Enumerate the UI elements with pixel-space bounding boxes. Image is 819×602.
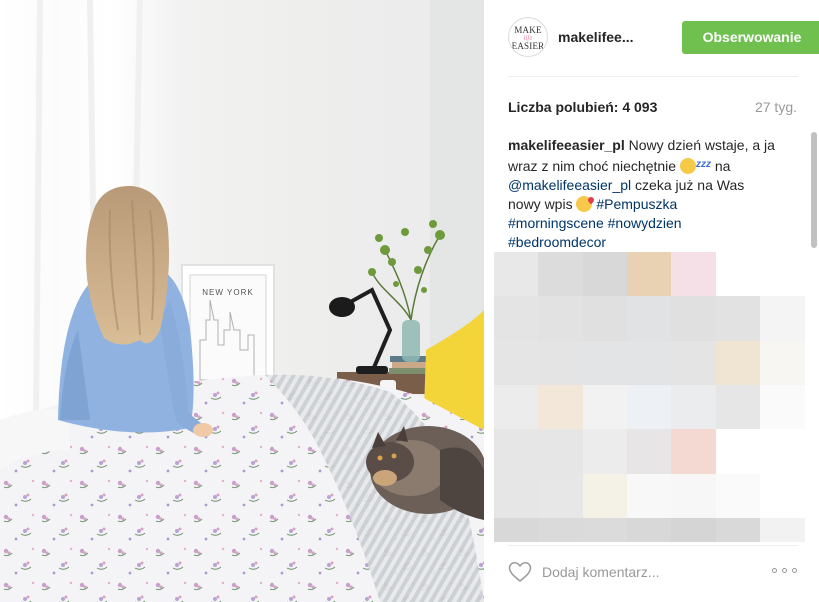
mosaic-tile (582, 473, 628, 519)
mosaic-tile (582, 384, 628, 430)
mosaic-tile (671, 340, 717, 386)
scrollbar-thumb[interactable] (811, 132, 817, 248)
more-dot (772, 568, 777, 573)
mosaic-tile (626, 340, 672, 386)
mosaic-tile (582, 517, 628, 542)
mosaic-tile (671, 384, 717, 430)
post-photo[interactable]: NEW YORK (0, 0, 484, 602)
mosaic-tile (715, 296, 761, 342)
post-details-panel: MAKE life EASIER makelifee... Obserwowan… (484, 0, 819, 602)
mosaic-tile (582, 340, 628, 386)
mosaic-tile (538, 340, 584, 386)
post-header: MAKE life EASIER makelifee... Obserwowan… (508, 17, 819, 57)
mosaic-tile (626, 252, 672, 297)
mosaic-tile (494, 384, 539, 430)
mosaic-tile (715, 340, 761, 386)
header-divider (508, 76, 798, 77)
hashtag-link[interactable]: #bedroomdecor (508, 234, 606, 250)
comments-scrollbar[interactable] (809, 128, 818, 252)
hashtag-link[interactable]: #morningscene (508, 215, 604, 231)
mosaic-tile (494, 296, 539, 342)
mosaic-tile (715, 384, 761, 430)
mosaic-tile (626, 473, 672, 519)
poster-title: NEW YORK (202, 288, 253, 297)
mosaic-tile (582, 252, 628, 297)
footer-divider (508, 545, 798, 546)
mosaic-tile (494, 429, 539, 475)
mosaic-tile (538, 473, 584, 519)
post-age[interactable]: 27 tyg. (755, 99, 797, 115)
username-link[interactable]: makelifee... (558, 29, 634, 45)
mosaic-tile (715, 429, 761, 475)
heart-icon[interactable] (508, 560, 532, 584)
caption-text-2: na (710, 158, 731, 174)
mosaic-tile (626, 517, 672, 542)
more-dot (792, 568, 797, 573)
kissing-face-emoji-icon (576, 196, 593, 212)
mosaic-tile (494, 473, 539, 519)
mention-link[interactable]: @makelifeeasier_pl (508, 177, 631, 193)
mosaic-tile (759, 517, 805, 542)
mosaic-tile (538, 384, 584, 430)
hashtag-link[interactable]: #nowydzien (608, 215, 682, 231)
mosaic-tile (759, 296, 805, 342)
mosaic-tile (715, 252, 761, 297)
mosaic-tile (538, 296, 584, 342)
sleeping-face-emoji-icon (679, 158, 696, 174)
mosaic-tile (759, 473, 805, 519)
mosaic-tile (538, 517, 584, 542)
mosaic-tile (538, 252, 584, 297)
mosaic-tile (538, 429, 584, 475)
bedroom-photo-illustration: NEW YORK (0, 0, 484, 602)
mosaic-tile (582, 296, 628, 342)
mosaic-tile (671, 429, 717, 475)
mosaic-tile (494, 517, 539, 542)
mosaic-tile (759, 340, 805, 386)
mosaic-tile (715, 473, 761, 519)
following-button[interactable]: Obserwowanie (682, 21, 819, 54)
mosaic-tile (671, 517, 717, 542)
mosaic-tile (759, 252, 805, 297)
mosaic-tile (626, 384, 672, 430)
pixelated-comments-area (494, 252, 819, 542)
mosaic-tile (626, 429, 672, 475)
hashtag-link[interactable]: #Pempuszka (596, 196, 677, 212)
add-comment-input[interactable] (542, 561, 752, 583)
mosaic-tile (759, 429, 805, 475)
mosaic-tile (715, 517, 761, 542)
mosaic-tile (671, 473, 717, 519)
likes-count[interactable]: Liczba polubień: 4 093 (508, 99, 657, 115)
caption-author-link[interactable]: makelifeeasier_pl (508, 137, 625, 153)
more-dot (782, 568, 787, 573)
mosaic-tile (494, 340, 539, 386)
mosaic-tile (494, 252, 539, 297)
avatar[interactable]: MAKE life EASIER (508, 17, 548, 57)
post-caption: makelifeeasier_pl Nowy dzień wstaje, a j… (508, 136, 780, 252)
avatar-logo-line3: EASIER (511, 41, 545, 51)
mosaic-tile (582, 429, 628, 475)
mosaic-tile (626, 296, 672, 342)
zzz-emoji-icon: zzz (695, 159, 711, 170)
post-footer (508, 557, 798, 587)
mosaic-tile (759, 384, 805, 430)
mosaic-tile (671, 296, 717, 342)
more-options-icon[interactable] (772, 568, 798, 574)
mosaic-tile (671, 252, 717, 297)
